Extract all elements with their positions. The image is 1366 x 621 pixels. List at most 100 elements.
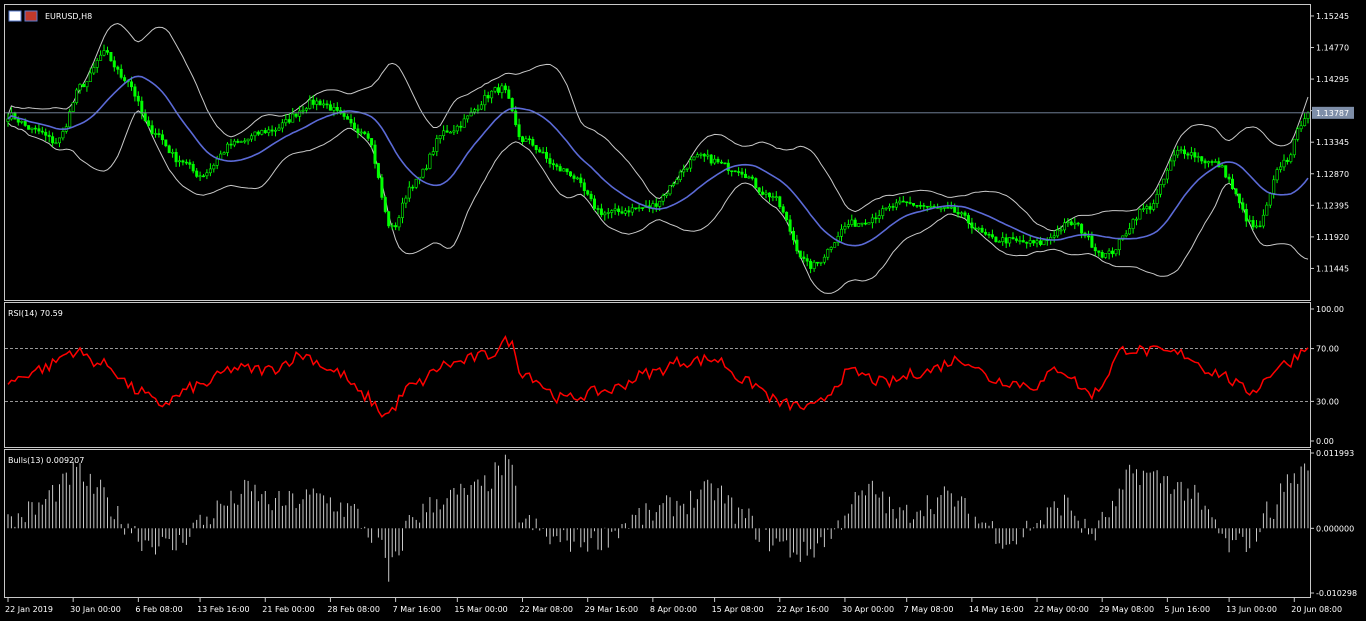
candle-body (1241, 202, 1245, 210)
candle-body (709, 154, 713, 164)
candle-body (1306, 112, 1310, 119)
candle-body (174, 152, 178, 163)
candle-body (57, 137, 61, 144)
candle-body (150, 125, 154, 135)
symbol-header[interactable]: EURUSD,H8 (8, 10, 92, 22)
candle-body (431, 151, 435, 155)
candle-body (1172, 154, 1176, 162)
candle-body (520, 136, 524, 142)
candle-body (1231, 178, 1235, 190)
candle-body (1138, 209, 1142, 220)
candle-body (263, 130, 267, 133)
candle-body (277, 127, 281, 131)
candle-body (939, 207, 943, 210)
candle-body (1299, 125, 1303, 130)
bulls-y-tick-label: -0.010298 (1316, 589, 1357, 598)
candle-body (1100, 252, 1104, 258)
candle-body (1111, 250, 1115, 255)
candle-body (596, 208, 600, 210)
candle-body (637, 207, 641, 209)
candle-body (517, 124, 521, 137)
chart-canvas: 1.152451.147701.142951.138201.133451.128… (4, 4, 1357, 614)
candle-body (164, 139, 168, 147)
candle-body (761, 191, 765, 195)
candle-body (960, 212, 964, 215)
candle-body (208, 168, 212, 174)
candle-body (212, 165, 216, 170)
candle-body (85, 81, 89, 88)
candle-body (349, 119, 353, 124)
candle-body (870, 217, 874, 223)
time-tick-label: 22 Jan 2019 (5, 605, 53, 614)
candle-body (1268, 193, 1272, 206)
candle-body (586, 190, 590, 195)
candle-body (617, 208, 621, 212)
candle-body (795, 239, 799, 252)
candle-body (754, 178, 758, 189)
candle-body (1035, 240, 1039, 244)
candle-body (27, 125, 31, 130)
candle-body (16, 118, 20, 123)
time-tick-label: 30 Jan 00:00 (70, 605, 121, 614)
candle-body (558, 166, 562, 172)
candle-body (1189, 152, 1193, 156)
candle-body (743, 173, 747, 178)
candle-body (867, 222, 871, 225)
candle-body (102, 50, 106, 56)
candle-body (887, 206, 891, 209)
candle-body (984, 231, 988, 235)
candle-body (1042, 239, 1046, 246)
candle-body (291, 113, 295, 123)
price-y-tick-label: 1.11445 (1316, 264, 1349, 273)
candle-body (318, 100, 322, 106)
candle-body (1193, 152, 1197, 158)
candle-body (6, 118, 10, 122)
candle-body (788, 219, 792, 232)
candle-body (1025, 241, 1029, 244)
candle-body (610, 210, 614, 213)
candle-body (442, 130, 446, 137)
candle-body (112, 60, 116, 68)
candle-body (256, 131, 260, 135)
candle-body (1244, 209, 1248, 222)
candle-body (1220, 165, 1224, 168)
candle-body (1203, 160, 1207, 164)
candle-body (198, 175, 202, 178)
candle-body (1186, 153, 1190, 156)
bulls-panel-label: Bulls(13) 0.009207 (8, 456, 84, 465)
candle-body (1179, 149, 1183, 152)
candle-body (157, 133, 161, 136)
candle-body (328, 104, 332, 111)
candle-body (1056, 229, 1060, 237)
candle-body (877, 215, 881, 219)
candle-body (551, 163, 555, 166)
candle-body (1128, 228, 1132, 235)
candle-body (922, 205, 926, 207)
candle-body (1275, 169, 1279, 181)
candle-body (839, 228, 843, 237)
candle-body (315, 100, 319, 105)
candle-body (215, 158, 219, 166)
candle-body (833, 242, 837, 248)
candle-body (452, 130, 456, 133)
candle-body (668, 185, 672, 195)
candle-body (740, 171, 744, 175)
candle-body (771, 196, 775, 198)
candle-body (1087, 235, 1091, 238)
bulls-y-tick-label: 0.000000 (1316, 524, 1354, 533)
candle-body (651, 203, 655, 209)
candle-body (1292, 138, 1296, 156)
candle-body (599, 208, 603, 216)
time-tick-label: 20 Jun 08:00 (1291, 605, 1342, 614)
candle-body (455, 125, 459, 132)
candle-body (1248, 220, 1252, 222)
candle-body (47, 134, 51, 137)
candle-body (819, 261, 823, 264)
candle-body (229, 143, 233, 146)
candle-body (568, 171, 572, 177)
candle-body (630, 207, 634, 213)
candle-body (23, 121, 27, 126)
candle-body (373, 144, 377, 164)
candle-body (1135, 218, 1139, 221)
candle-body (1066, 221, 1070, 224)
